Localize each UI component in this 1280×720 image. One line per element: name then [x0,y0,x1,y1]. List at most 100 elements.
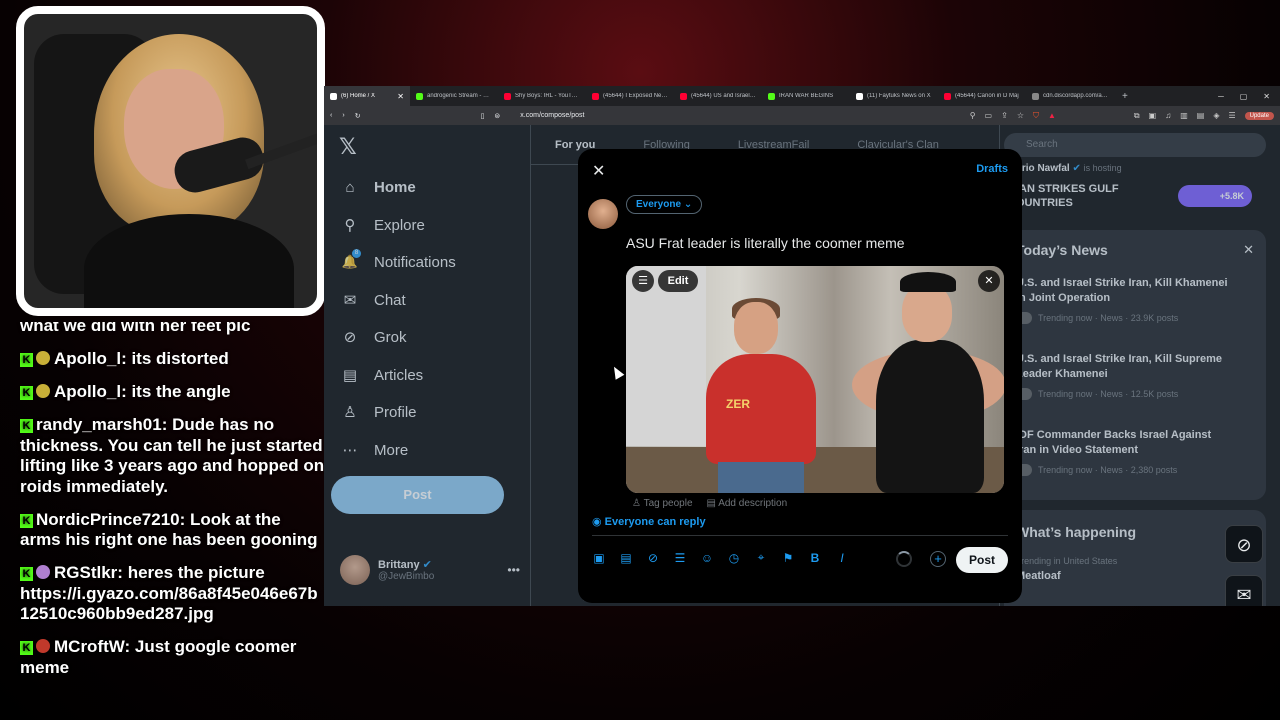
browser-tab[interactable]: (11) Faytuks News on X [850,86,938,106]
schedule-icon[interactable]: ◷ [727,551,741,565]
browser-tab[interactable]: (6) Home / X ✕ [324,86,410,106]
browser-tab[interactable]: IRAN WAR BEGINS [762,86,850,106]
bookmark-icon[interactable]: ▯ [481,112,485,120]
chat-message: what we did with her feet pic [20,322,251,335]
add-description-button[interactable]: ▤ Add description [707,498,788,509]
sidebar-icon[interactable]: ▥ [1180,111,1188,120]
browser-tab[interactable]: Shy Boys: IRL - YouTube [498,86,586,106]
kick-icon: K [20,513,33,528]
brave-shield-icon[interactable]: ⛉ [1033,111,1039,121]
bold-icon[interactable]: B [808,551,822,565]
chat-text: its distorted [131,349,229,368]
flag-icon[interactable]: ⚑ [781,551,795,565]
audience-label: Everyone [636,199,682,210]
favicon-icon [504,92,511,100]
kick-icon: K [20,386,33,400]
chat-username: MCroftW [54,637,125,656]
emoji-icon[interactable]: ☺ [700,551,714,565]
browser-window: (6) Home / X ✕ androgenic Stream - Wat Shy … [324,86,1280,606]
divider [592,535,1008,536]
share-icon[interactable]: ⇪ [1001,111,1008,120]
person-icon: ♙ [632,498,641,509]
extensions-icon[interactable]: ⧉ [1134,111,1140,121]
favicon-icon [944,92,951,100]
chat-username: RGStlkr [54,563,118,582]
grok-icon[interactable]: ⊘ [646,551,660,565]
favicon-icon [680,92,687,100]
vpn-icon[interactable]: ◈ [1213,111,1219,120]
grok-icon[interactable]: ⊘ [1225,525,1263,563]
drag-handle-icon[interactable]: ☰ [632,270,654,292]
post-button[interactable]: Post [956,547,1008,573]
new-tab-button[interactable]: + [1114,91,1136,102]
chat-username: Apollo_l [54,349,122,368]
rewards-icon[interactable]: ▲ [1048,111,1056,120]
attached-media: ZER ☰ Edit ✕ [626,266,1004,493]
user-badge-icon [36,384,50,398]
close-icon[interactable]: ✕ [592,161,605,181]
edit-media-button[interactable]: Edit [658,270,698,292]
webcam-overlay [16,6,325,316]
browser-tab[interactable]: androgenic Stream - Wat [410,86,498,106]
x-page: 𝕏 ⌂ Home ⚲ Explore 🔔 8 Notifications ✉ Chat ⊘ Grok… [324,125,1280,606]
star-icon[interactable]: ☆ [1017,111,1024,120]
browser-tab[interactable]: (45644) I Exposed New Je [586,86,674,106]
maximize-button[interactable]: ▢ [1240,92,1248,101]
remove-media-icon[interactable]: ✕ [978,270,1000,292]
stream-chat: what we did with her feet pic K Apollo_l:… [14,322,326,720]
image-icon[interactable]: ▣ [592,551,606,565]
reply-setting-label: Everyone can reply [604,516,706,528]
favicon-icon [1032,92,1039,100]
character-counter [896,551,912,567]
favicon-icon [768,92,775,100]
shirt-logo: ZER [726,397,750,411]
kick-icon: K [20,641,33,655]
tab-title: (45644) US and Israel Atta [691,93,756,99]
tab-title: (11) Faytuks News on X [867,93,931,99]
drafts-button[interactable]: Drafts [976,163,1008,175]
kick-icon: K [20,353,33,367]
kick-icon: K [20,419,33,433]
chat-username: Apollo_l [54,382,122,401]
browser-tab[interactable]: (45644) US and Israel Atta [674,86,762,106]
screen-icon[interactable]: ▭ [985,111,993,120]
wallet-icon[interactable]: ▣ [1149,111,1157,120]
address-bar: ‹ › ↻ ▯ ⊜ x.com/compose/post ⚲ ▭ ⇪ ☆ ⛉ ▲… [324,106,1280,125]
favicon-icon [416,92,423,100]
tag-people-label: Tag people [643,498,693,509]
poll-icon[interactable]: ☰ [673,551,687,565]
globe-icon: ◉ [592,516,602,528]
tab-title: cdn.discordapp.com/atta [1043,93,1108,99]
browser-tab[interactable]: cdn.discordapp.com/atta [1026,86,1114,106]
zoom-icon[interactable]: ⚲ [970,111,976,120]
forward-icon[interactable]: › [342,112,344,119]
post-text-input[interactable]: ASU Frat leader is literally the coomer … [626,235,905,251]
url-input[interactable]: x.com/compose/post [520,112,584,119]
reload-icon[interactable]: ↻ [355,112,361,120]
tab-title: (6) Home / X [341,93,376,99]
close-window-button[interactable]: ✕ [1263,92,1270,101]
tag-people-button[interactable]: ♙ Tag people [632,498,693,509]
add-post-icon[interactable]: + [930,551,946,567]
menu-icon[interactable]: ☰ [1228,111,1235,120]
audience-selector[interactable]: Everyone ⌄ [626,195,703,214]
gif-icon[interactable]: ▤ [619,551,633,565]
user-badge-icon [36,639,50,653]
tab-title: IRAN WAR BEGINS [779,93,834,99]
italic-icon[interactable]: I [835,551,849,565]
close-tab-icon[interactable]: ✕ [397,92,404,101]
update-button[interactable]: Update [1244,111,1274,120]
location-icon[interactable]: ⌖ [754,550,768,565]
media-icon[interactable]: ♫ [1165,111,1171,120]
history-icon[interactable]: ▤ [1197,111,1205,120]
browser-tab[interactable]: (45644) Canon in D Maj [938,86,1026,106]
site-info-icon[interactable]: ⊜ [494,112,500,120]
reply-setting-button[interactable]: ◉ Everyone can reply [592,515,706,528]
description-icon: ▤ [706,498,716,509]
back-icon[interactable]: ‹ [330,112,332,119]
messages-icon[interactable]: ✉ [1225,575,1263,606]
minimize-button[interactable]: ─ [1218,92,1224,101]
compose-modal: ✕ Drafts Everyone ⌄ ASU Frat leader is l… [578,149,1022,603]
chat-message: K Apollo_l: its distorted [14,349,326,370]
chat-message: K RGStlkr: heres the picture https://i.gy… [20,563,318,623]
